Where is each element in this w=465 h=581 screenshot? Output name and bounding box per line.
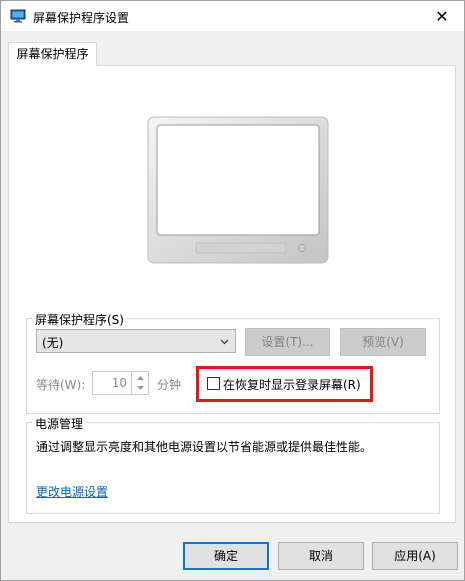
chevron-down-icon: [220, 339, 229, 345]
wait-minutes-stepper[interactable]: [132, 371, 149, 395]
close-icon: ✕: [435, 6, 449, 26]
resume-login-checkbox[interactable]: [207, 377, 220, 390]
window-title: 屏幕保护程序设置: [33, 11, 130, 25]
close-button[interactable]: ✕: [420, 1, 464, 31]
caret-up-icon: [136, 376, 144, 380]
power-management-group: 电源管理: [26, 415, 440, 514]
screensaver-monitor-icon: [10, 9, 26, 23]
spin-down-button[interactable]: [132, 383, 148, 394]
spin-up-button[interactable]: [132, 372, 148, 383]
ok-button[interactable]: 确定: [183, 542, 269, 570]
wait-minutes-input[interactable]: 10: [92, 371, 132, 395]
screen-saver-settings-window: 屏幕保护程序设置 ✕ 屏幕保护程序 屏幕保护程序(S) (无) 设置(T)...…: [0, 0, 465, 581]
screensaver-select-value: (无): [42, 336, 64, 350]
apply-button[interactable]: 应用(A): [372, 542, 458, 570]
change-power-settings-link[interactable]: 更改电源设置: [36, 483, 108, 500]
screensaver-select[interactable]: (无): [36, 329, 236, 353]
resume-login-checkbox-label[interactable]: 在恢复时显示登录屏幕(R): [223, 376, 361, 393]
settings-button[interactable]: 设置(T)...: [245, 328, 330, 356]
power-group-label: 电源管理: [32, 415, 87, 432]
tab-panel: 屏幕保护程序(S) (无) 设置(T)... 预览(V) 等待(W): 10 分…: [8, 65, 456, 523]
minutes-label: 分钟: [157, 378, 182, 392]
wait-label: 等待(W):: [36, 378, 86, 392]
preview-button[interactable]: 预览(V): [340, 328, 426, 356]
wait-minutes-value: 10: [111, 376, 127, 390]
tab-screensaver[interactable]: 屏幕保护程序: [8, 42, 97, 66]
title-bar: 屏幕保护程序设置 ✕: [1, 1, 464, 31]
caret-down-icon: [136, 386, 144, 390]
cancel-button[interactable]: 取消: [278, 542, 364, 570]
screensaver-group-label: 屏幕保护程序(S): [32, 311, 127, 328]
power-description: 通过调整显示亮度和其他电源设置以节省能源或提供最佳性能。: [36, 440, 373, 454]
monitor-preview-image: [147, 116, 329, 264]
